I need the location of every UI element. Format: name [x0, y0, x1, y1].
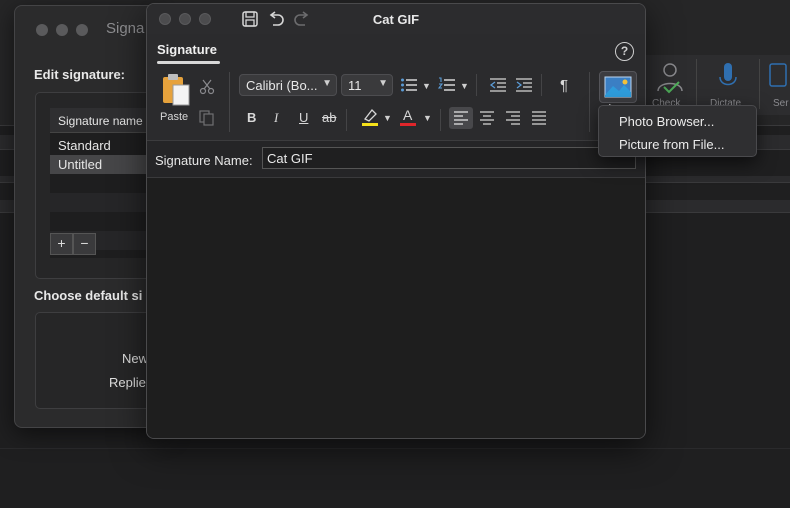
align-left-button[interactable] [449, 107, 473, 129]
chevron-down-icon[interactable]: ▼ [383, 113, 392, 123]
underline-button[interactable]: U [299, 110, 308, 125]
add-signature-button[interactable]: + [50, 233, 73, 255]
window-title: Signa [106, 20, 145, 37]
align-right-icon[interactable] [505, 111, 521, 125]
new-messages-label: New [122, 351, 149, 366]
bullets-icon[interactable] [400, 77, 418, 93]
ribbon-divider [759, 59, 760, 109]
chevron-down-icon[interactable]: ▼ [460, 81, 469, 91]
signature-name-input[interactable] [262, 147, 636, 169]
highlighter-icon[interactable] [361, 107, 379, 127]
minimize-window-button[interactable] [56, 24, 68, 36]
ribbon-divider [229, 72, 230, 132]
help-button[interactable]: ? [615, 42, 634, 61]
list-item-untitled[interactable]: Untitled [50, 155, 150, 174]
font-color-swatch [400, 123, 416, 126]
signature-name-label: Signature Name: [155, 153, 253, 168]
tab-signature[interactable]: Signature [157, 42, 217, 57]
paste-icon[interactable] [161, 72, 191, 108]
copy-icon[interactable] [199, 110, 215, 126]
font-size-dropdown[interactable]: 11 ▼ [341, 74, 393, 96]
font-color-button[interactable]: A [403, 107, 412, 123]
signature-editor-area[interactable] [147, 178, 645, 438]
send-label: Ser [773, 98, 789, 109]
list-header[interactable]: Signature name [50, 108, 150, 133]
align-center-icon[interactable] [479, 111, 495, 125]
close-window-button[interactable] [36, 24, 48, 36]
ribbon-divider [696, 59, 697, 109]
paste-label[interactable]: Paste [160, 111, 188, 123]
show-formatting-button[interactable]: ¶ [560, 77, 568, 94]
chevron-down-icon[interactable]: ▼ [422, 81, 431, 91]
ribbon-divider [541, 74, 542, 96]
align-left-icon [454, 111, 468, 125]
ribbon-divider [589, 72, 590, 132]
picture-menu: Photo Browser... Picture from File... [598, 105, 757, 157]
justify-icon[interactable] [531, 111, 547, 125]
signature-editor-window: Cat GIF Signature ? Paste Calibri (Bo...… [146, 3, 646, 439]
menu-item-photo-browser[interactable]: Photo Browser... [599, 110, 756, 132]
window-title: Cat GIF [372, 12, 420, 27]
increase-indent-icon[interactable] [515, 77, 533, 93]
edit-signature-label: Edit signature: [34, 67, 126, 82]
signature-name-bar: Signature Name: [147, 141, 645, 178]
remove-signature-button[interactable]: − [73, 233, 96, 255]
title-bar: Cat GIF [147, 4, 645, 34]
bold-button[interactable]: B [247, 110, 256, 125]
ribbon-divider [346, 109, 347, 131]
cut-icon[interactable] [199, 79, 215, 95]
ribbon: Signature ? Paste Calibri (Bo... ▼ 11 ▼ [147, 34, 645, 141]
picture-icon [604, 76, 632, 98]
menu-item-picture-from-file[interactable]: Picture from File... [599, 133, 756, 155]
list-item-standard[interactable]: Standard [50, 136, 150, 155]
numbering-icon[interactable] [438, 77, 456, 93]
chevron-down-icon: ▼ [378, 78, 388, 89]
ribbon-divider [440, 109, 441, 131]
font-name-dropdown[interactable]: Calibri (Bo... ▼ [239, 74, 337, 96]
check-accessibility-icon [657, 63, 683, 94]
replies-label: Replie [109, 375, 146, 390]
list-item [50, 193, 150, 212]
strikethrough-button[interactable]: ab [322, 110, 336, 125]
microphone-icon [719, 63, 737, 86]
divider [0, 448, 790, 449]
chevron-down-icon: ▼ [322, 78, 332, 89]
chevron-down-icon[interactable]: ▼ [423, 113, 432, 123]
decrease-indent-icon[interactable] [489, 77, 507, 93]
choose-default-label: Choose default si [34, 288, 143, 303]
picture-button[interactable] [599, 71, 637, 103]
italic-button[interactable]: I [274, 110, 278, 126]
zoom-window-button[interactable] [76, 24, 88, 36]
sensitivity-icon [769, 63, 787, 87]
active-tab-indicator [157, 61, 220, 64]
ribbon-divider [476, 74, 477, 96]
